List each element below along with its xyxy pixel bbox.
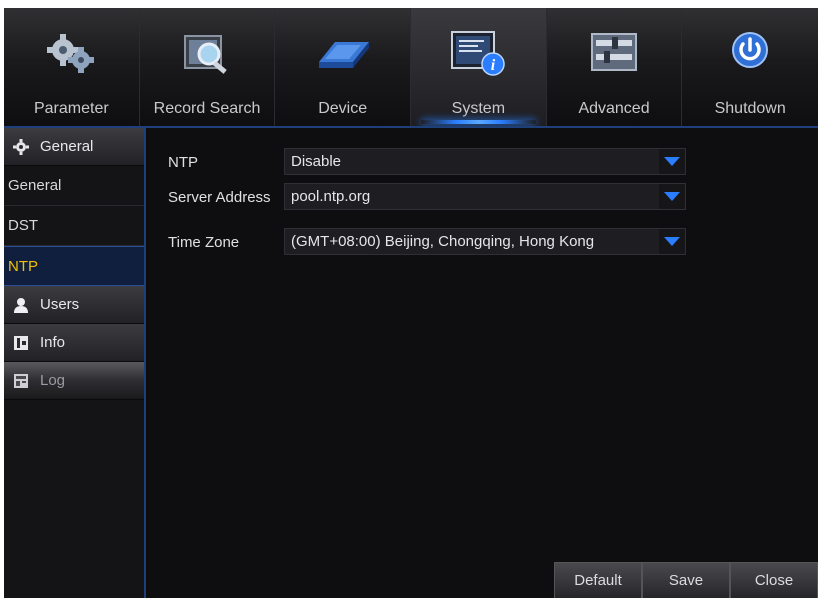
sidebar-group-general[interactable]: General — [4, 128, 144, 166]
tab-label: Record Search — [153, 100, 261, 117]
chevron-down-icon[interactable] — [659, 184, 685, 209]
time-zone-value: (GMT+08:00) Beijing, Chongqing, Hong Kon… — [291, 233, 595, 250]
info-icon — [12, 334, 30, 352]
server-address-row: Server Address pool.ntp.org — [148, 183, 818, 213]
top-menu: Parameter Record Search Device i System … — [4, 8, 818, 126]
time-zone-row: Time Zone (GMT+08:00) Beijing, Chongqing… — [148, 228, 818, 258]
sidebar-group-log[interactable]: Log — [4, 362, 144, 400]
sidebar-group-label: General — [40, 138, 94, 155]
tab-label: Parameter — [33, 100, 109, 117]
tab-parameter[interactable]: Parameter — [4, 8, 140, 126]
gear-icon — [12, 138, 30, 156]
dvr-window: Parameter Record Search Device i System … — [4, 8, 818, 598]
log-icon — [12, 372, 30, 390]
tab-record-search[interactable]: Record Search — [140, 8, 276, 126]
svg-text:i: i — [491, 57, 496, 74]
system-info-icon: i — [451, 31, 506, 76]
sidebar-group-users[interactable]: Users — [4, 286, 144, 324]
time-zone-label: Time Zone — [168, 234, 240, 251]
user-icon — [12, 296, 30, 314]
sidebar-item-dst[interactable]: DST — [4, 206, 144, 246]
sidebar-item-general[interactable]: General — [4, 166, 144, 206]
gears-icon — [47, 34, 95, 73]
server-address-label: Server Address — [168, 189, 271, 206]
server-address-value: pool.ntp.org — [291, 188, 371, 205]
tab-label: System — [451, 100, 506, 117]
power-icon — [732, 32, 769, 68]
sidebar-group-label: Users — [40, 296, 80, 313]
tab-label: Device — [318, 100, 368, 117]
ntp-row: NTP Disable — [148, 148, 818, 178]
sliders-icon — [591, 33, 638, 71]
tab-label: Advanced — [578, 100, 650, 117]
tab-device[interactable]: Device — [275, 8, 412, 126]
tab-system[interactable]: i System — [411, 8, 547, 126]
tab-label: Shutdown — [714, 100, 786, 117]
record-search-icon — [184, 35, 227, 74]
tab-advanced[interactable]: Advanced — [547, 8, 683, 126]
active-tab-indicator — [421, 120, 536, 124]
ntp-settings-panel: NTP Disable Server Address pool.ntp.org … — [148, 128, 818, 598]
tab-shutdown[interactable]: Shutdown — [682, 8, 818, 126]
chevron-down-icon[interactable] — [659, 229, 685, 254]
hard-drive-icon — [318, 42, 369, 68]
server-address-select[interactable]: pool.ntp.org — [284, 183, 686, 210]
default-button[interactable]: Default — [554, 562, 642, 598]
action-buttons: Default Save Close — [554, 562, 818, 598]
sidebar-group-label: Info — [40, 334, 66, 351]
close-button[interactable]: Close — [730, 562, 818, 598]
ntp-label: NTP — [168, 154, 198, 171]
sidebar-group-info[interactable]: Info — [4, 324, 144, 362]
chevron-down-icon[interactable] — [659, 149, 685, 174]
save-button[interactable]: Save — [642, 562, 730, 598]
sidebar-item-ntp[interactable]: NTP — [4, 246, 144, 286]
ntp-select-value: Disable — [291, 153, 342, 170]
sidebar: General General DST NTP Users Info Log — [4, 128, 146, 598]
sidebar-group-label: Log — [40, 372, 66, 389]
time-zone-select[interactable]: (GMT+08:00) Beijing, Chongqing, Hong Kon… — [284, 228, 686, 255]
ntp-select[interactable]: Disable — [284, 148, 686, 175]
